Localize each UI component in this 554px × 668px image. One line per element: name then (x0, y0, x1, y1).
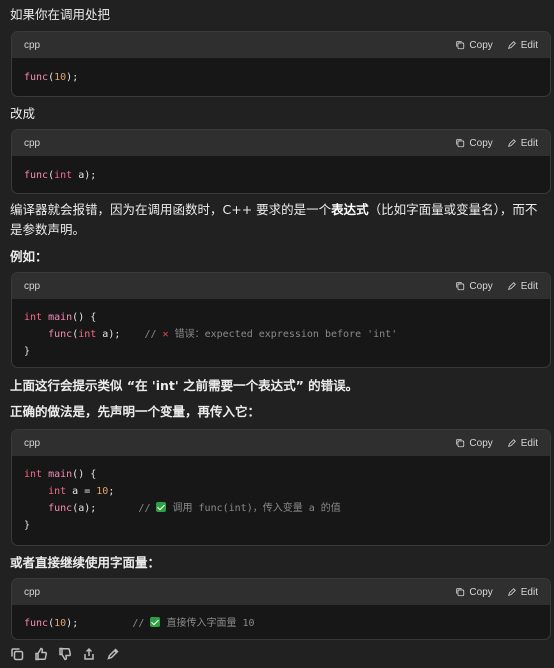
pencil-icon (507, 439, 516, 447)
code-body: int main() { func(int a); // ✕ 错误：expect… (24, 312, 398, 357)
copy-button[interactable]: Copy (455, 40, 493, 51)
edit-button[interactable]: Edit (507, 40, 538, 51)
copy-icon (456, 588, 465, 597)
copy-icon (456, 139, 465, 148)
code-block-1: cpp Copy Edit func(10); (11, 31, 551, 97)
edit-button[interactable]: Edit (507, 438, 538, 449)
change-text: 改成 (10, 106, 36, 121)
edit-button[interactable]: Edit (507, 138, 538, 149)
code-block-2: cpp Copy Edit func(int a); (11, 129, 551, 194)
pencil-icon (507, 588, 516, 596)
code-body: func(int a); (24, 170, 97, 181)
code-body: func(10); // 直接传入字面量 10 (24, 617, 255, 629)
pencil-icon (507, 41, 516, 49)
edit-button[interactable]: Edit (507, 587, 538, 598)
code-header: cpp Copy Edit (12, 32, 550, 58)
code-language: cpp (24, 586, 41, 598)
or-text: 或者直接继续使用字面量： (10, 555, 161, 570)
copy-icon (456, 439, 465, 448)
code-body: int main() { int a = 10; func(a); // 调用 … (24, 469, 341, 531)
code-block-4: cpp Copy Edit int main() { int a = 10; f… (11, 429, 551, 546)
code-language: cpp (24, 280, 41, 292)
correct-text: 正确的做法是，先声明一个变量，再传入它： (10, 404, 261, 419)
code-header: cpp Copy Edit (12, 130, 550, 156)
copy-button[interactable]: Copy (455, 438, 493, 449)
checkmark-icon (156, 502, 167, 512)
copy-icon (456, 282, 465, 291)
thumbs-down-icon[interactable] (58, 647, 72, 661)
copy-icon (456, 41, 465, 50)
share-icon[interactable] (82, 647, 96, 661)
code-header: cpp Copy Edit (12, 579, 550, 605)
code-block-3: cpp Copy Edit int main() { func(int a); … (11, 272, 551, 368)
hint-text: 上面这行会提示类似 “在 'int' 之前需要一个表达式” 的错误。 (10, 378, 359, 393)
pencil-icon (507, 139, 516, 147)
message-actions-toolbar (10, 647, 120, 661)
code-language: cpp (24, 137, 41, 149)
thumbs-up-icon[interactable] (34, 647, 48, 661)
edit-button[interactable]: Edit (507, 281, 538, 292)
pencil-icon (507, 282, 516, 290)
code-block-5: cpp Copy Edit func(10); // 直接传入字面量 10 (11, 578, 551, 640)
code-language: cpp (24, 39, 41, 51)
code-header: cpp Copy Edit (12, 430, 550, 456)
intro-text: 如果你在调用处把 (10, 7, 111, 22)
explanation-text: 编译器就会报错，因为在调用函数时，C++ 要求的是一个表达式（比如字面量或变量名… (10, 202, 538, 237)
copy-button[interactable]: Copy (455, 281, 493, 292)
bold-term: 表达式 (331, 202, 369, 217)
code-header: cpp Copy Edit (12, 273, 550, 299)
code-language: cpp (24, 437, 41, 449)
copy-icon[interactable] (10, 647, 24, 661)
copy-button[interactable]: Copy (455, 587, 493, 598)
example-label: 例如： (10, 249, 48, 264)
edit-icon[interactable] (106, 647, 120, 661)
checkmark-icon (150, 617, 161, 627)
copy-button[interactable]: Copy (455, 138, 493, 149)
code-body: func(10); (24, 72, 79, 83)
